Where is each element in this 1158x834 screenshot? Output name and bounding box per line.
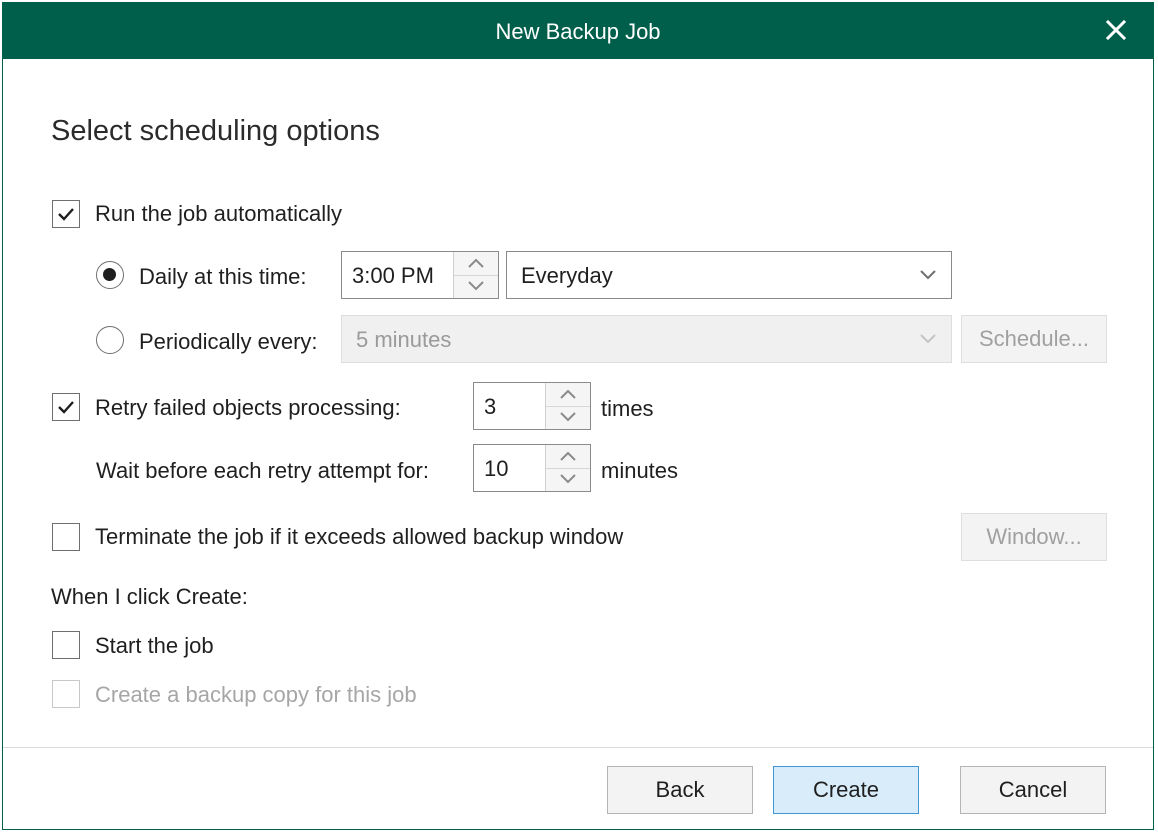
daily-frequency-select[interactable]: Everyday — [506, 251, 952, 299]
daily-time-up-button[interactable] — [454, 252, 498, 276]
periodic-interval-value: 5 minutes — [356, 327, 452, 352]
retry-unit-label: times — [601, 396, 654, 421]
periodic-radio[interactable] — [96, 326, 124, 354]
cancel-button[interactable]: Cancel — [960, 766, 1106, 814]
title-bar: New Backup Job — [3, 3, 1153, 59]
periodic-label: Periodically every: — [139, 329, 318, 354]
retry-checkbox[interactable] — [52, 393, 80, 421]
dialog-title: New Backup Job — [495, 19, 661, 44]
retry-count-spinner[interactable]: 3 — [473, 382, 591, 430]
window-button[interactable]: Window... — [961, 513, 1107, 561]
terminate-checkbox[interactable] — [52, 523, 80, 551]
backup-copy-checkbox[interactable] — [52, 680, 80, 708]
run-automatically-checkbox[interactable] — [52, 200, 80, 228]
chevron-down-icon — [560, 412, 576, 422]
wait-minutes-spin-buttons — [545, 445, 590, 491]
checkmark-icon — [58, 401, 74, 414]
close-icon[interactable] — [1103, 17, 1129, 43]
back-button[interactable]: Back — [607, 766, 753, 814]
daily-time-down-button[interactable] — [454, 275, 498, 298]
daily-time-value: 3:00 PM — [352, 263, 434, 288]
retry-count-down-button[interactable] — [546, 406, 590, 429]
wait-label: Wait before each retry attempt for: — [96, 458, 429, 483]
wait-unit-label: minutes — [601, 458, 679, 483]
retry-count-spin-buttons — [545, 383, 590, 429]
checkmark-icon — [58, 208, 74, 221]
chevron-up-icon — [560, 451, 576, 461]
chevron-up-icon — [560, 389, 576, 399]
daily-label: Daily at this time: — [139, 264, 307, 289]
backup-copy-label: Create a backup copy for this job — [95, 682, 417, 707]
retry-count-value: 3 — [484, 394, 497, 419]
daily-time-spinner[interactable]: 3:00 PM — [341, 251, 499, 299]
new-backup-job-dialog: New Backup Job Select scheduling options… — [2, 2, 1154, 830]
chevron-down-icon — [468, 281, 484, 291]
wait-minutes-spinner[interactable]: 10 — [473, 444, 591, 492]
daily-radio[interactable] — [96, 261, 124, 289]
terminate-label: Terminate the job if it exceeds allowed … — [95, 524, 624, 549]
chevron-down-icon — [920, 334, 936, 344]
chevron-down-icon — [560, 474, 576, 484]
chevron-up-icon — [468, 258, 484, 268]
schedule-button[interactable]: Schedule... — [961, 315, 1107, 363]
retry-count-up-button[interactable] — [546, 383, 590, 407]
wait-minutes-down-button[interactable] — [546, 468, 590, 491]
run-automatically-label: Run the job automatically — [95, 201, 343, 226]
when-click-create-label: When I click Create: — [51, 584, 248, 609]
start-job-label: Start the job — [95, 633, 214, 658]
footer-divider — [3, 747, 1153, 748]
wait-minutes-value: 10 — [484, 456, 509, 481]
daily-frequency-value: Everyday — [521, 263, 613, 288]
periodic-interval-select[interactable]: 5 minutes — [341, 315, 952, 363]
wait-minutes-up-button[interactable] — [546, 445, 590, 469]
page-heading: Select scheduling options — [51, 115, 380, 147]
create-button[interactable]: Create — [773, 766, 919, 814]
daily-time-spin-buttons — [453, 252, 498, 298]
chevron-down-icon — [920, 270, 936, 280]
start-job-checkbox[interactable] — [52, 631, 80, 659]
retry-label: Retry failed objects processing: — [95, 395, 401, 420]
